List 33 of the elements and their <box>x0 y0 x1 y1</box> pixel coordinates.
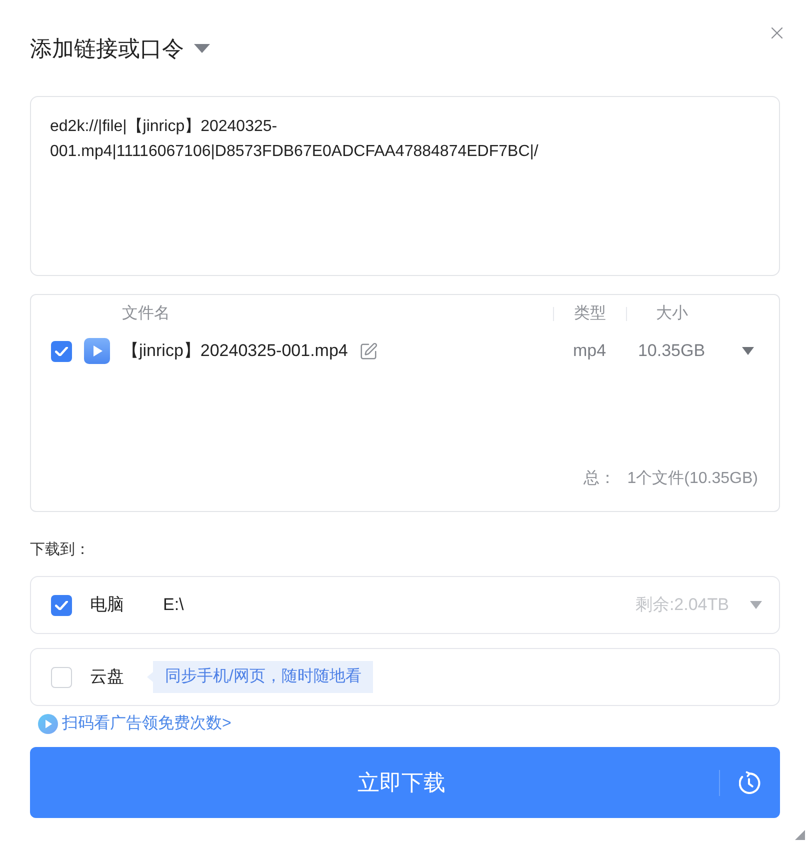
target-label: 电脑 <box>90 594 125 616</box>
edit-button[interactable] <box>358 342 378 360</box>
checkmark-icon <box>55 600 68 610</box>
file-type: mp4 <box>572 340 608 362</box>
caret-down-icon <box>750 601 762 609</box>
checkbox[interactable] <box>51 666 72 688</box>
dialog-title: 添加链接或口令 <box>30 34 184 62</box>
schedule-button[interactable] <box>720 747 780 818</box>
checkbox[interactable] <box>51 594 72 616</box>
free-space-text: 剩余:2.04TB <box>635 594 729 616</box>
video-file-icon <box>84 338 110 364</box>
file-size: 10.35GB <box>636 340 706 362</box>
path-text: E:\ <box>163 594 184 616</box>
total-label: 总： <box>583 469 616 489</box>
clock-icon <box>739 771 761 794</box>
checkbox[interactable] <box>51 340 72 362</box>
caret-down-icon <box>194 44 210 52</box>
column-header: 大小 <box>655 304 689 324</box>
edit-icon <box>358 342 378 360</box>
download-button[interactable]: 立即下载 <box>30 747 719 818</box>
save-to-label: 下载到： <box>30 540 90 560</box>
target-label: 云盘 <box>90 666 125 688</box>
link-input[interactable]: ed2k://|file|【jinricp】20240325-001.mp4|11116067106|D8573FDB67E0ADCFAA47884874EDF7BC|/ <box>30 96 780 276</box>
file-name: 【jinricp】20240325-001.mp4 <box>122 340 348 362</box>
checkmark-icon <box>55 346 68 356</box>
column-header: 文件名 <box>122 304 171 324</box>
total-value: 1个文件(10.35GB) <box>627 468 758 489</box>
promo-link[interactable]: 扫码看广告领免费次数> <box>38 714 232 734</box>
caret-down-icon <box>742 347 754 355</box>
resize-grip-icon[interactable] <box>795 830 805 840</box>
column-header: 类型 <box>573 304 607 324</box>
hint-tag: 同步手机/网页，随时随地看 <box>147 661 374 693</box>
play-circle-icon <box>38 714 58 734</box>
